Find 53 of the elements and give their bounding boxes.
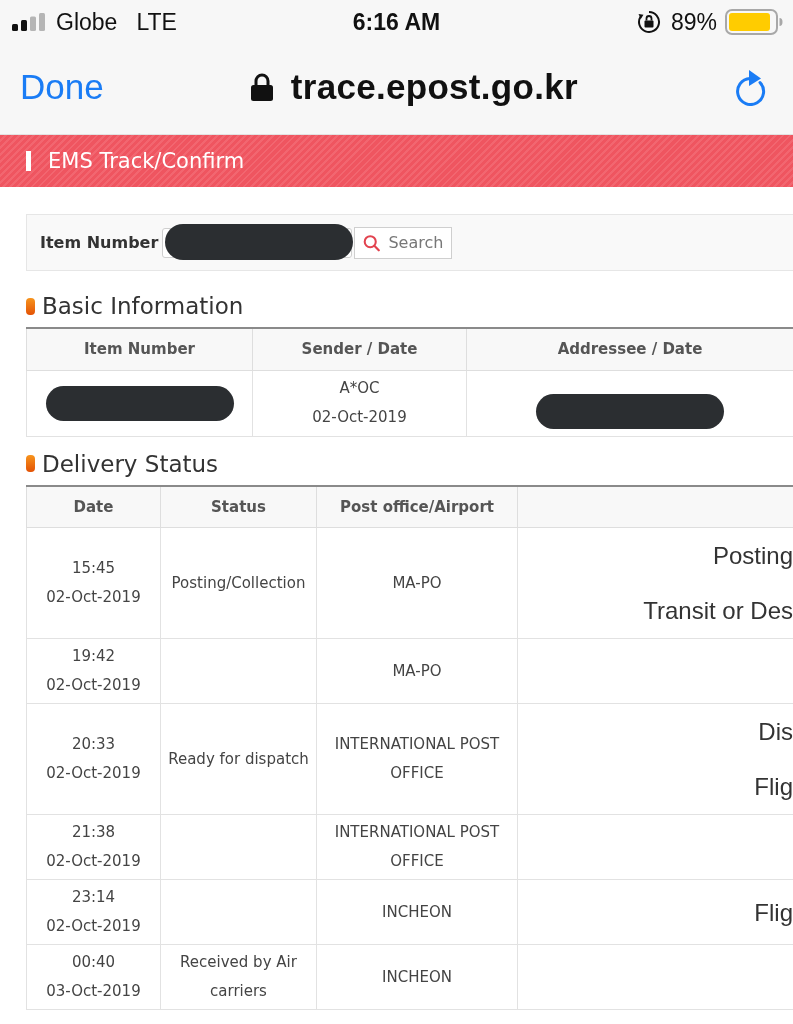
column-header: Post office/Airport bbox=[316, 485, 518, 528]
bullet-icon bbox=[26, 297, 35, 315]
date-text: 02-Oct-2019 bbox=[45, 916, 142, 937]
bullet-icon bbox=[26, 455, 35, 472]
event-text: Flig bbox=[753, 897, 793, 928]
section-title: Delivery Status bbox=[42, 450, 219, 477]
rotation-lock-icon bbox=[636, 10, 661, 34]
section-title: Basic Information bbox=[42, 293, 244, 319]
date-text: 02-Oct-2019 bbox=[45, 763, 142, 784]
table-cell: INCHEON bbox=[316, 944, 518, 1010]
table-cell: INTERNATIONAL POST OFFICE bbox=[316, 703, 518, 815]
lock-icon bbox=[250, 73, 273, 101]
time-text: 19:42 bbox=[70, 646, 117, 667]
event-text: Posting bbox=[711, 541, 793, 571]
done-button[interactable]: Done bbox=[20, 67, 104, 107]
event-text: Dis bbox=[757, 717, 793, 747]
carrier-name: Globe bbox=[56, 8, 118, 36]
time-text: 15:45 bbox=[70, 558, 117, 579]
column-header: Addressee / Date bbox=[466, 328, 793, 370]
column-header: Status bbox=[160, 485, 317, 528]
time-text: 23:14 bbox=[70, 887, 117, 908]
table-cell: Ready for dispatch bbox=[160, 703, 317, 815]
table-cell: MA-PO bbox=[316, 638, 518, 704]
clock-time: 6:16 AM bbox=[351, 8, 442, 36]
column-header: Item Number bbox=[26, 328, 253, 370]
table-cell: Received by Air carriers bbox=[160, 944, 317, 1010]
date-text: 02-Oct-2019 bbox=[45, 675, 142, 696]
table-cell: INTERNATIONAL POST OFFICE bbox=[316, 814, 518, 880]
search-icon bbox=[363, 232, 381, 253]
column-header: Sender / Date bbox=[252, 328, 467, 370]
date-text: 02-Oct-2019 bbox=[45, 851, 142, 872]
event-text: Transit or Des bbox=[642, 596, 793, 626]
date-text: 03-Oct-2019 bbox=[45, 981, 142, 1002]
table-cell: MA-PO bbox=[316, 527, 518, 639]
time-text: 00:40 bbox=[70, 952, 117, 973]
column-header: Date bbox=[26, 485, 161, 528]
table-cell: Posting/Collection bbox=[160, 527, 317, 639]
time-text: 20:33 bbox=[70, 734, 117, 755]
event-text: Flig bbox=[753, 772, 793, 802]
bar-marker-icon bbox=[26, 151, 31, 171]
sender-date: 02-Oct-2019 bbox=[311, 407, 408, 428]
search-button[interactable]: Search bbox=[354, 226, 453, 259]
field-label: Item Number bbox=[40, 233, 159, 252]
url-text: trace.epost.go.kr bbox=[290, 67, 578, 107]
table-cell: INCHEON bbox=[316, 879, 518, 945]
network-type: LTE bbox=[136, 8, 177, 36]
sender-name: A*OC bbox=[338, 378, 381, 399]
date-text: 02-Oct-2019 bbox=[45, 587, 142, 608]
banner-title: EMS Track/Confirm bbox=[48, 149, 245, 173]
signal-bars-icon bbox=[12, 13, 48, 31]
battery-icon bbox=[725, 9, 783, 35]
battery-percent: 89% bbox=[670, 8, 717, 36]
time-text: 21:38 bbox=[70, 822, 117, 843]
